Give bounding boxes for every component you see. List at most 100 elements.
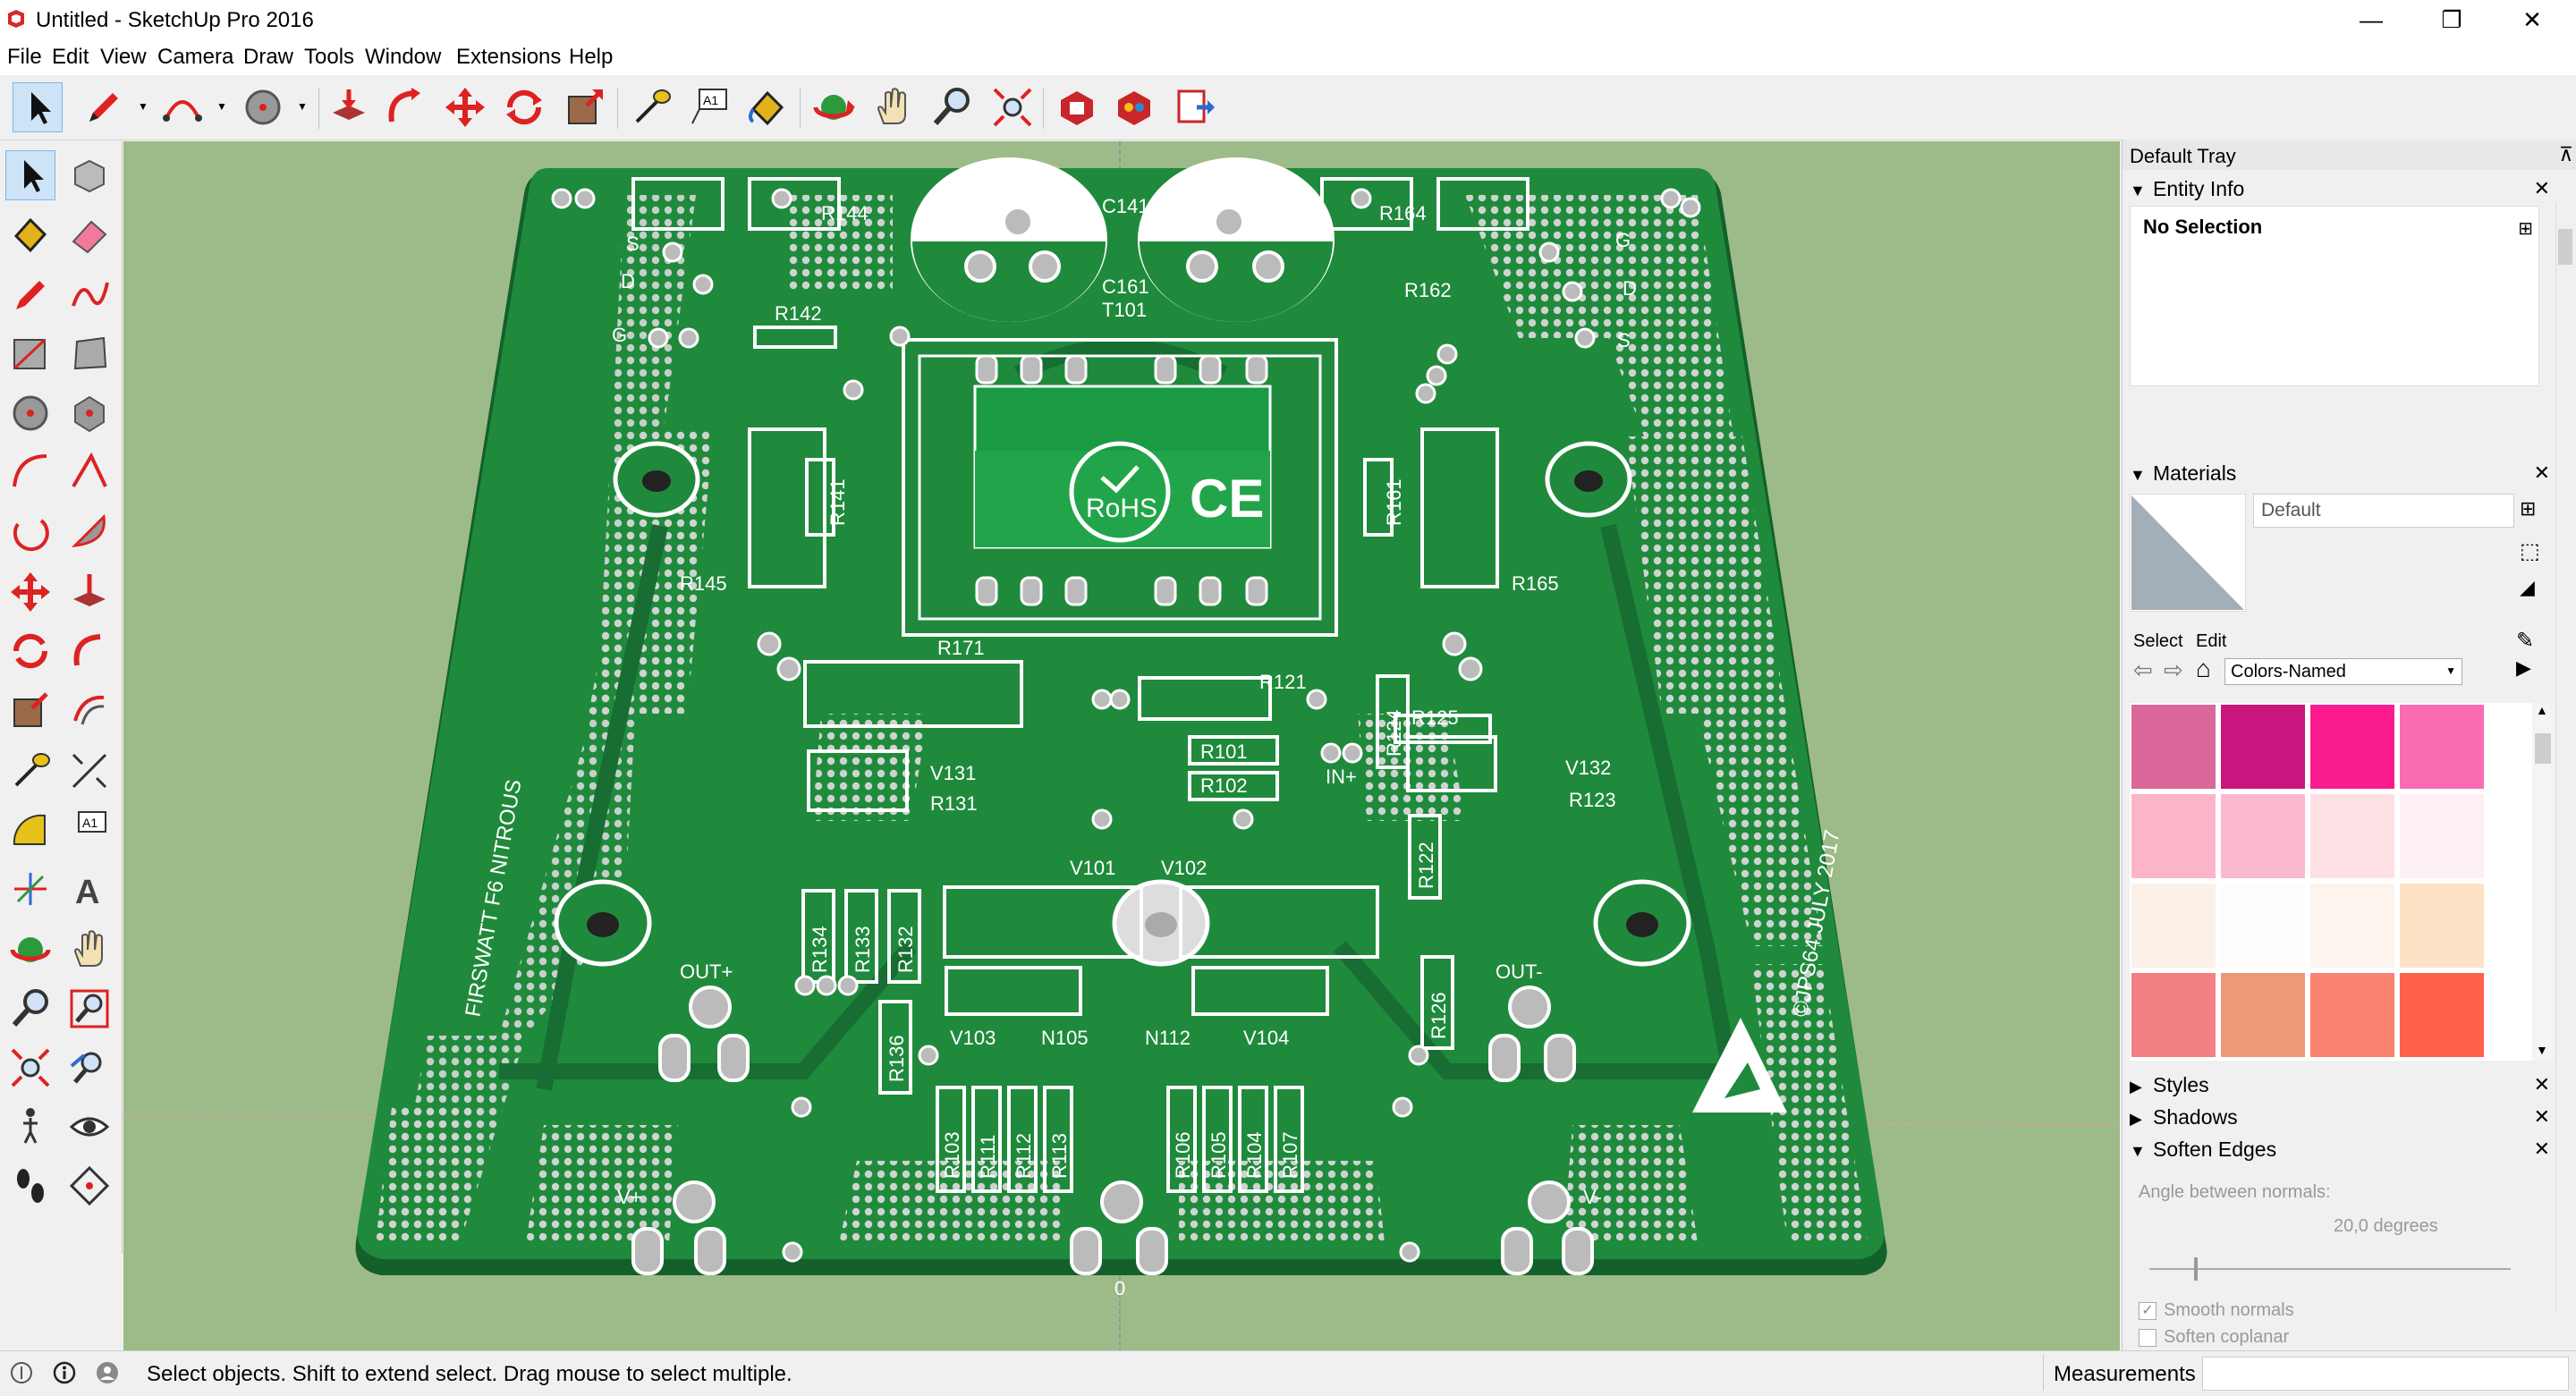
swatch-scrollbar[interactable]: ▲ ▼	[2532, 703, 2554, 1061]
info-icon[interactable]	[52, 1360, 77, 1385]
orbit-tool[interactable]	[5, 925, 55, 975]
materials-header[interactable]: ▼ Materials	[2130, 458, 2538, 488]
material-swatch[interactable]	[2310, 884, 2394, 968]
create-material-icon[interactable]: ⊞	[2520, 497, 2536, 520]
styles-close-icon[interactable]: ✕	[2534, 1073, 2550, 1096]
tab-edit[interactable]: Edit	[2196, 631, 2226, 652]
chevron-down-icon[interactable]: ▼	[216, 100, 229, 113]
zoom-button[interactable]	[927, 82, 977, 132]
zoom-tool[interactable]	[5, 984, 55, 1034]
material-swatch[interactable]	[2221, 705, 2305, 789]
select-tool-button[interactable]	[13, 82, 63, 132]
3d-text-tool[interactable]: A	[64, 864, 114, 914]
rotated-rectangle-tool[interactable]	[64, 329, 114, 379]
menu-window[interactable]: Window	[365, 45, 441, 70]
make-component-tool[interactable]	[64, 150, 114, 200]
eraser-tool[interactable]	[64, 209, 114, 259]
shadows-close-icon[interactable]: ✕	[2534, 1105, 2550, 1129]
polygon-tool[interactable]	[64, 388, 114, 438]
text-tool[interactable]: A1	[64, 805, 114, 855]
back-arrow-icon[interactable]: ⇦	[2133, 656, 2153, 684]
angle-slider[interactable]	[2149, 1257, 2511, 1281]
menu-camera[interactable]: Camera	[157, 45, 233, 70]
measurements-input[interactable]	[2202, 1357, 2569, 1391]
material-swatch[interactable]	[2400, 794, 2484, 878]
restore-button[interactable]: ❐	[2411, 0, 2492, 39]
material-swatch[interactable]	[2310, 794, 2394, 878]
scale-tool-button[interactable]	[560, 82, 610, 132]
swatch-scrollbar-thumb[interactable]	[2535, 733, 2551, 764]
protractor-tool[interactable]	[5, 805, 55, 855]
material-preview[interactable]	[2130, 494, 2246, 612]
details-toggle-icon[interactable]: ⊞	[2518, 217, 2533, 240]
follow-me-tool[interactable]	[64, 626, 114, 676]
scale-tool[interactable]	[5, 685, 55, 735]
pan-tool[interactable]	[64, 925, 114, 975]
line-tool-button[interactable]	[79, 82, 129, 132]
material-cube-icon[interactable]: ⬚	[2520, 538, 2540, 564]
material-swatch[interactable]	[2400, 884, 2484, 968]
soften-edges-header[interactable]: ▼ Soften Edges	[2130, 1134, 2538, 1164]
move-tool-button[interactable]	[440, 82, 490, 132]
close-button[interactable]: ✕	[2492, 0, 2572, 39]
material-swatch[interactable]	[2221, 794, 2305, 878]
menu-tools[interactable]: Tools	[304, 45, 354, 70]
material-swatch[interactable]	[2131, 884, 2216, 968]
material-swatch[interactable]	[2310, 705, 2394, 789]
push-pull-button[interactable]	[324, 82, 374, 132]
circle-tool[interactable]	[5, 388, 55, 438]
material-swatch[interactable]	[2221, 973, 2305, 1057]
menu-view[interactable]: View	[100, 45, 147, 70]
menu-help[interactable]: Help	[569, 45, 613, 70]
menu-draw[interactable]: Draw	[243, 45, 293, 70]
model-viewport[interactable]: RoHS CE R144 R164 C141 C161 T101 R142 R1…	[123, 141, 2120, 1350]
paint-bucket-tool[interactable]	[5, 209, 55, 259]
two-point-arc-tool[interactable]	[64, 447, 114, 497]
rotate-tool[interactable]	[5, 626, 55, 676]
pie-tool[interactable]	[64, 506, 114, 556]
soften-edges-close-icon[interactable]: ✕	[2534, 1138, 2550, 1161]
tape-measure-button[interactable]	[626, 82, 676, 132]
circle-tool-button[interactable]	[238, 82, 288, 132]
material-swatch[interactable]	[2131, 973, 2216, 1057]
dimension-tool[interactable]	[64, 746, 114, 796]
materials-close-icon[interactable]: ✕	[2534, 461, 2550, 485]
tray-pin-icon[interactable]: ⊼	[2559, 143, 2573, 166]
move-tool[interactable]	[5, 567, 55, 617]
home-icon[interactable]: ⌂	[2196, 655, 2211, 683]
push-pull-tool[interactable]	[64, 567, 114, 617]
arc-tool-button[interactable]	[157, 82, 208, 132]
menu-extensions[interactable]: Extensions	[456, 45, 561, 70]
previous-view-tool[interactable]	[64, 1043, 114, 1093]
material-swatch[interactable]	[2221, 884, 2305, 968]
material-name-field[interactable]: Default	[2253, 494, 2514, 528]
scroll-down-icon[interactable]: ▼	[2536, 1043, 2548, 1057]
tray-scrollbar[interactable]	[2555, 202, 2574, 1311]
3d-warehouse-button[interactable]	[1052, 82, 1102, 132]
walk-tool[interactable]	[5, 1161, 55, 1211]
details-arrow-icon[interactable]: ▶	[2516, 656, 2531, 680]
forward-arrow-icon[interactable]: ⇨	[2164, 656, 2183, 684]
menu-file[interactable]: File	[7, 45, 42, 70]
tape-measure-tool[interactable]	[5, 746, 55, 796]
three-point-arc-tool[interactable]	[5, 506, 55, 556]
extension-warehouse-button[interactable]	[1109, 82, 1159, 132]
orbit-button[interactable]	[809, 82, 859, 132]
entity-info-close-icon[interactable]: ✕	[2534, 177, 2550, 200]
scroll-up-icon[interactable]: ▲	[2536, 703, 2548, 717]
zoom-window-tool[interactable]	[64, 984, 114, 1034]
follow-me-button[interactable]	[379, 82, 429, 132]
line-tool[interactable]	[5, 270, 55, 320]
material-swatch[interactable]	[2131, 705, 2216, 789]
chevron-down-icon[interactable]: ▼	[138, 100, 150, 113]
geo-location-icon[interactable]	[9, 1360, 34, 1385]
default-material-icon[interactable]: ◢	[2520, 576, 2535, 599]
text-tool-button[interactable]: A1	[685, 82, 735, 132]
menu-edit[interactable]: Edit	[52, 45, 89, 70]
chevron-down-icon[interactable]: ▼	[297, 100, 309, 113]
offset-tool[interactable]	[64, 685, 114, 735]
material-swatch[interactable]	[2131, 794, 2216, 878]
material-swatch[interactable]	[2400, 705, 2484, 789]
pan-button[interactable]	[868, 82, 918, 132]
zoom-extents-tool[interactable]	[5, 1043, 55, 1093]
